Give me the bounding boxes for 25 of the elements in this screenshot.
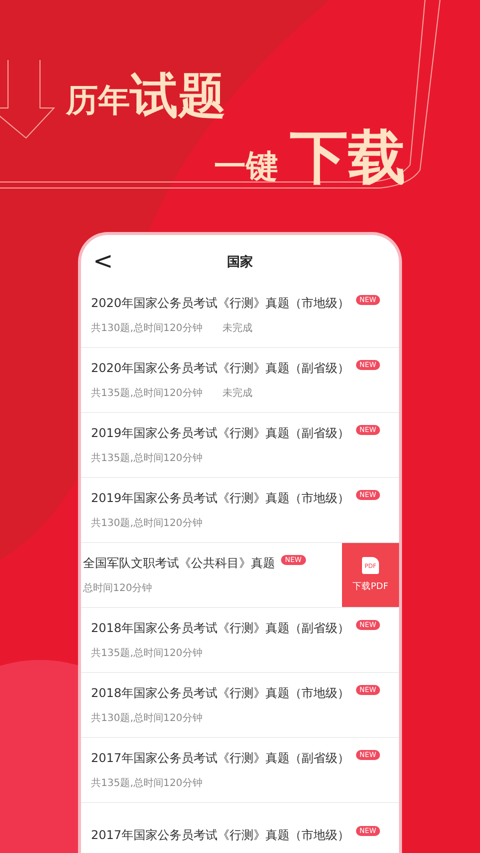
exam-status: 未完成 — [222, 386, 252, 400]
exam-title: 2018年国家公务员考试《行测》真题（副省级） — [91, 620, 350, 637]
exam-title: 2019年国家公务员考试《行测》真题（市地级） — [91, 490, 350, 507]
exam-title: 2020年国家公务员考试《行测》真题（副省级） — [91, 360, 350, 377]
back-button[interactable]: < — [93, 247, 114, 275]
exam-info: 共135题,总时间120分钟 — [91, 452, 202, 465]
screen-title: 国家 — [227, 254, 253, 271]
exam-title: 2019年国家公务员考试《行测》真题（副省级） — [91, 425, 350, 442]
exam-info: 总时间120分钟 — [83, 582, 152, 595]
exam-title: 2018年国家公务员考试《行测》真题（市地级） — [91, 685, 350, 702]
headline-text: 试题 — [130, 72, 226, 120]
headline-text: 下载 — [290, 128, 406, 186]
exam-title: 全国军队文职考试《公共科目》真题 — [83, 555, 275, 572]
exam-info: 共130题,总时间120分钟 — [91, 516, 202, 530]
exam-info: 共130题,总时间120分钟 — [91, 712, 202, 725]
exam-status: 未完成 — [222, 322, 252, 335]
exam-title: 2017年国家公务员考试《行测》真题（副省级） — [91, 750, 350, 767]
headline-text: 一键 — [214, 150, 278, 186]
exam-title: 2020年国家公务员考试《行测》真题（市地级） — [91, 295, 350, 312]
exam-info: 共135题,总时间120分钟 — [91, 386, 202, 400]
exam-title: 2017年国家公务员考试《行测》真题（市地级） — [91, 826, 350, 844]
headline-text: 历年 — [66, 84, 130, 120]
exam-info: 共135题,总时间120分钟 — [91, 776, 202, 790]
exam-info: 共130题,总时间120分钟 — [91, 322, 202, 335]
exam-info: 共135题,总时间120分钟 — [91, 646, 202, 660]
